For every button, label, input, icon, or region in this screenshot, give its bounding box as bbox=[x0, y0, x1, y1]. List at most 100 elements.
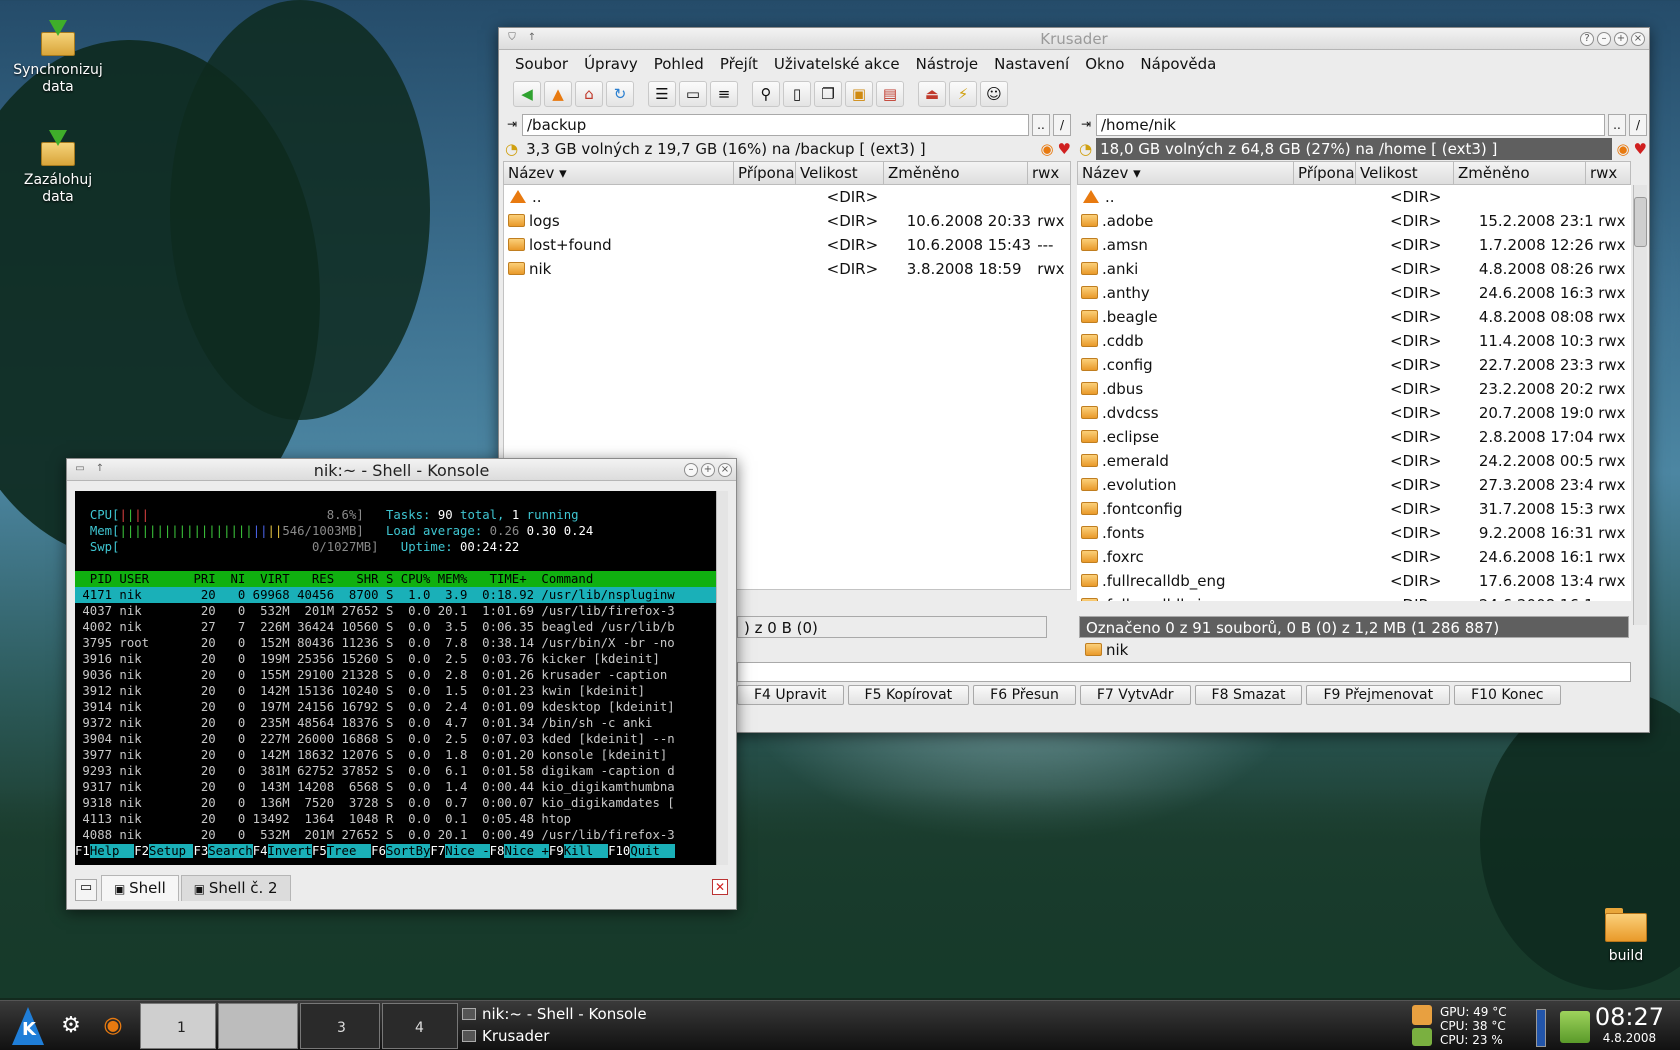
file-row[interactable]: .amsn <DIR> 1.7.2008 12:26 rwx bbox=[1077, 233, 1631, 257]
dotdot-button[interactable]: .. bbox=[1608, 114, 1626, 136]
command-line-input[interactable] bbox=[737, 662, 1631, 682]
bookmark-heart-icon[interactable]: ♥ bbox=[1058, 140, 1071, 158]
process-row[interactable]: 9036 nik 20 0 155M 29100 21328 S 0.0 2.8… bbox=[75, 667, 721, 683]
file-row[interactable]: .fonts <DIR> 9.2.2008 16:31 rwx bbox=[1077, 521, 1631, 545]
system-settings-icon[interactable]: ⚙ bbox=[56, 1011, 86, 1041]
detail-view-icon[interactable]: ☰ bbox=[648, 81, 676, 107]
f10-quit-button[interactable]: F10 Konec bbox=[1454, 685, 1561, 705]
f4-edit-button[interactable]: F4 Upravit bbox=[737, 685, 844, 705]
desktop-icon-backup[interactable]: Zazálohuj data bbox=[8, 130, 108, 206]
maximize-icon[interactable]: + bbox=[1614, 32, 1628, 46]
process-row[interactable]: 4002 nik 27 7 226M 36424 10560 S 0.0 3.5… bbox=[75, 619, 721, 635]
f8-delete-button[interactable]: F8 Smazat bbox=[1194, 685, 1303, 705]
up-icon[interactable]: ▲ bbox=[544, 81, 572, 107]
process-row[interactable]: 9318 nik 20 0 136M 7520 3728 S 0.0 0.7 0… bbox=[75, 795, 721, 811]
history-icon[interactable]: ◉ bbox=[1040, 140, 1053, 158]
back-icon[interactable]: ◀ bbox=[513, 81, 541, 107]
desktop-icon-sync[interactable]: Synchronizuj data bbox=[8, 20, 108, 96]
actions-icon[interactable]: ⚡ bbox=[949, 81, 977, 107]
htop-fkey-action[interactable]: Help bbox=[89, 844, 135, 858]
move-icon[interactable]: ▣ bbox=[845, 81, 873, 107]
file-row[interactable]: nik <DIR> 3.8.2008 18:59 rwx bbox=[504, 257, 1070, 281]
htop-fkey-action[interactable]: Setup bbox=[149, 844, 194, 858]
process-row[interactable]: 4037 nik 20 0 532M 201M 27652 S 0.0 20.1… bbox=[75, 603, 721, 619]
process-row[interactable]: 9317 nik 20 0 143M 14208 6568 S 0.0 1.4 … bbox=[75, 779, 721, 795]
close-icon[interactable]: × bbox=[1631, 32, 1645, 46]
panel-popup-icon[interactable]: ⇥ bbox=[1079, 114, 1093, 136]
htop-fkey-action[interactable]: Kill bbox=[563, 844, 609, 858]
htop-process-list[interactable]: 4171 nik 20 0 69968 40456 8700 S 1.0 3.9… bbox=[75, 587, 721, 843]
dotdot-button[interactable]: .. bbox=[1032, 114, 1050, 136]
htop-function-keys[interactable]: F1Help F2Setup F3SearchF4InvertF5Tree F6… bbox=[75, 843, 721, 859]
htop-fkey-action[interactable]: Nice + bbox=[504, 844, 549, 858]
task-krusader[interactable]: Krusader bbox=[462, 1025, 822, 1047]
file-row[interactable]: .evolution <DIR> 27.3.2008 23:42 rwx bbox=[1077, 473, 1631, 497]
find-icon[interactable]: ⚲ bbox=[752, 81, 780, 107]
f6-move-button[interactable]: F6 Přesun bbox=[973, 685, 1076, 705]
menu-okno[interactable]: Okno bbox=[1077, 55, 1132, 73]
firefox-icon[interactable]: ◉ bbox=[98, 1011, 128, 1041]
desktop-icon-build[interactable]: build bbox=[1576, 908, 1676, 965]
mount-icon[interactable]: ⏏ bbox=[918, 81, 946, 107]
col-name[interactable]: Název ▾ bbox=[1078, 162, 1294, 184]
delete-icon[interactable]: ▤ bbox=[876, 81, 904, 107]
brief-view-icon[interactable]: ▭ bbox=[679, 81, 707, 107]
file-row[interactable]: .dvdcss <DIR> 20.7.2008 19:06 rwx bbox=[1077, 401, 1631, 425]
root-button[interactable]: / bbox=[1629, 114, 1647, 136]
trash-icon[interactable] bbox=[1560, 1011, 1590, 1043]
process-row[interactable]: 3914 nik 20 0 197M 24156 16792 S 0.0 2.4… bbox=[75, 699, 721, 715]
htop-fkey-action[interactable]: Invert bbox=[267, 844, 312, 858]
window-titlebar[interactable]: ▭ ↑ nik:~ - Shell - Konsole – + × bbox=[67, 459, 736, 481]
file-row[interactable]: .. <DIR> bbox=[1077, 185, 1631, 209]
tree-view-icon[interactable]: ≡ bbox=[710, 81, 738, 107]
file-row[interactable]: .anki <DIR> 4.8.2008 08:26 rwx bbox=[1077, 257, 1631, 281]
tray-app-icon[interactable] bbox=[1412, 1005, 1432, 1025]
volume-icon[interactable] bbox=[1536, 1009, 1546, 1047]
file-row[interactable]: .fullrecalldb_jap <DIR>24.6.2008 16:16rwx bbox=[1077, 593, 1631, 601]
process-row[interactable]: 3912 nik 20 0 142M 15136 10240 S 0.0 1.5… bbox=[75, 683, 721, 699]
htop-fkey-action[interactable]: Search bbox=[208, 844, 253, 858]
user-icon[interactable]: ☺ bbox=[980, 81, 1008, 107]
file-row[interactable]: .fontconfig <DIR> 31.7.2008 15:34 rwx bbox=[1077, 497, 1631, 521]
right-path-input[interactable]: /home/nik bbox=[1096, 114, 1605, 136]
right-scrollbar[interactable] bbox=[1633, 185, 1647, 625]
menu-pohled[interactable]: Pohled bbox=[646, 55, 712, 73]
tab-shell[interactable]: ▣ Shell bbox=[101, 875, 179, 901]
minimize-icon[interactable]: – bbox=[684, 463, 698, 477]
file-row[interactable]: .. <DIR> bbox=[504, 185, 1070, 209]
tray-app-icon[interactable] bbox=[1412, 1028, 1432, 1046]
htop-fkey-action[interactable]: SortBy bbox=[385, 844, 431, 858]
htop-fkey-action[interactable]: Nice - bbox=[445, 844, 490, 858]
f5-copy-button[interactable]: F5 Kopírovat bbox=[847, 685, 970, 705]
left-path-input[interactable]: /backup bbox=[522, 114, 1029, 136]
menu-prejit[interactable]: Přejít bbox=[712, 55, 766, 73]
file-row[interactable]: logs <DIR> 10.6.2008 20:33 rwx bbox=[504, 209, 1070, 233]
file-row[interactable]: lost+found <DIR> 10.6.2008 15:43 --- bbox=[504, 233, 1070, 257]
process-row[interactable]: 4113 nik 20 0 13492 1364 1048 R 0.0 0.1 … bbox=[75, 811, 721, 827]
file-row[interactable]: .cddb <DIR> 11.4.2008 10:31 rwx bbox=[1077, 329, 1631, 353]
clock[interactable]: 08:27 4.8.2008 bbox=[1595, 1003, 1664, 1045]
col-rwx[interactable]: rwx bbox=[1028, 162, 1070, 184]
k-menu-button[interactable]: K bbox=[8, 1005, 48, 1047]
htop-fkey-action[interactable]: Quit bbox=[630, 844, 675, 858]
process-row[interactable]: 9293 nik 20 0 381M 62752 37852 S 0.0 6.1… bbox=[75, 763, 721, 779]
menu-soubor[interactable]: Soubor bbox=[507, 55, 576, 73]
terminal-scrollbar[interactable] bbox=[716, 491, 728, 865]
process-row[interactable]: 4171 nik 20 0 69968 40456 8700 S 1.0 3.9… bbox=[75, 587, 721, 603]
file-row[interactable]: .beagle <DIR> 4.8.2008 08:08 rwx bbox=[1077, 305, 1631, 329]
help-icon[interactable]: ? bbox=[1580, 32, 1594, 46]
window-titlebar[interactable]: ⛉ ↑ Krusader ? – + × bbox=[499, 28, 1649, 50]
copy-icon[interactable]: ❐ bbox=[814, 81, 842, 107]
pager-desktop-2[interactable] bbox=[218, 1003, 298, 1049]
menu-uzivatelske-akce[interactable]: Uživatelské akce bbox=[766, 55, 908, 73]
close-tab-icon[interactable]: ✕ bbox=[712, 879, 728, 895]
col-size[interactable]: Velikost bbox=[1356, 162, 1454, 184]
home-icon[interactable]: ⌂ bbox=[575, 81, 603, 107]
task-konsole[interactable]: nik:~ - Shell - Konsole bbox=[462, 1003, 822, 1025]
col-modified[interactable]: Změněno bbox=[1454, 162, 1586, 184]
history-icon[interactable]: ◉ bbox=[1616, 140, 1629, 158]
new-tab-icon[interactable]: ▭ bbox=[75, 879, 97, 901]
file-row[interactable]: .adobe <DIR> 15.2.2008 23:14 rwx bbox=[1077, 209, 1631, 233]
maximize-icon[interactable]: + bbox=[701, 463, 715, 477]
pager-desktop-1[interactable]: 1 bbox=[140, 1003, 216, 1049]
